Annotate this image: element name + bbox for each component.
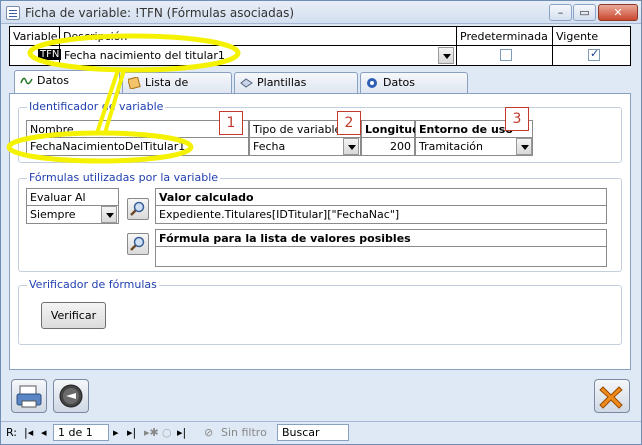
previous-record-button[interactable]: ◂	[41, 426, 47, 439]
record-status-icon: ○	[162, 426, 172, 439]
filter-label[interactable]: Sin filtro	[221, 426, 267, 439]
record-navigation-bar: R: |◂ ◂ 1 de 1 ▸ ▸| ▸✱ ○ ▸| ⊘ Sin filtro…	[1, 421, 641, 443]
next-record-button[interactable]: ▸	[113, 426, 119, 439]
record-counter[interactable]: 1 de 1	[53, 424, 109, 441]
close-x-icon	[599, 386, 623, 409]
last-record-button[interactable]: ▸|	[127, 426, 136, 439]
back-icon	[59, 384, 83, 408]
descripcion-highlight	[27, 33, 241, 73]
search-input[interactable]: Buscar	[277, 424, 349, 441]
no-filter-icon: ⊘	[204, 426, 214, 439]
printer-icon	[16, 385, 42, 408]
first-record-button[interactable]: |◂	[24, 426, 33, 439]
filter-toggle-icon[interactable]: ▸|	[177, 426, 186, 439]
new-record-button[interactable]: ▸✱	[144, 426, 159, 439]
back-button[interactable]	[53, 379, 89, 413]
record-prefix: R:	[6, 426, 18, 439]
nombre-highlight	[6, 130, 194, 164]
print-button[interactable]	[11, 379, 47, 413]
exit-button[interactable]	[594, 379, 630, 413]
highlight-annotations	[6, 33, 241, 164]
